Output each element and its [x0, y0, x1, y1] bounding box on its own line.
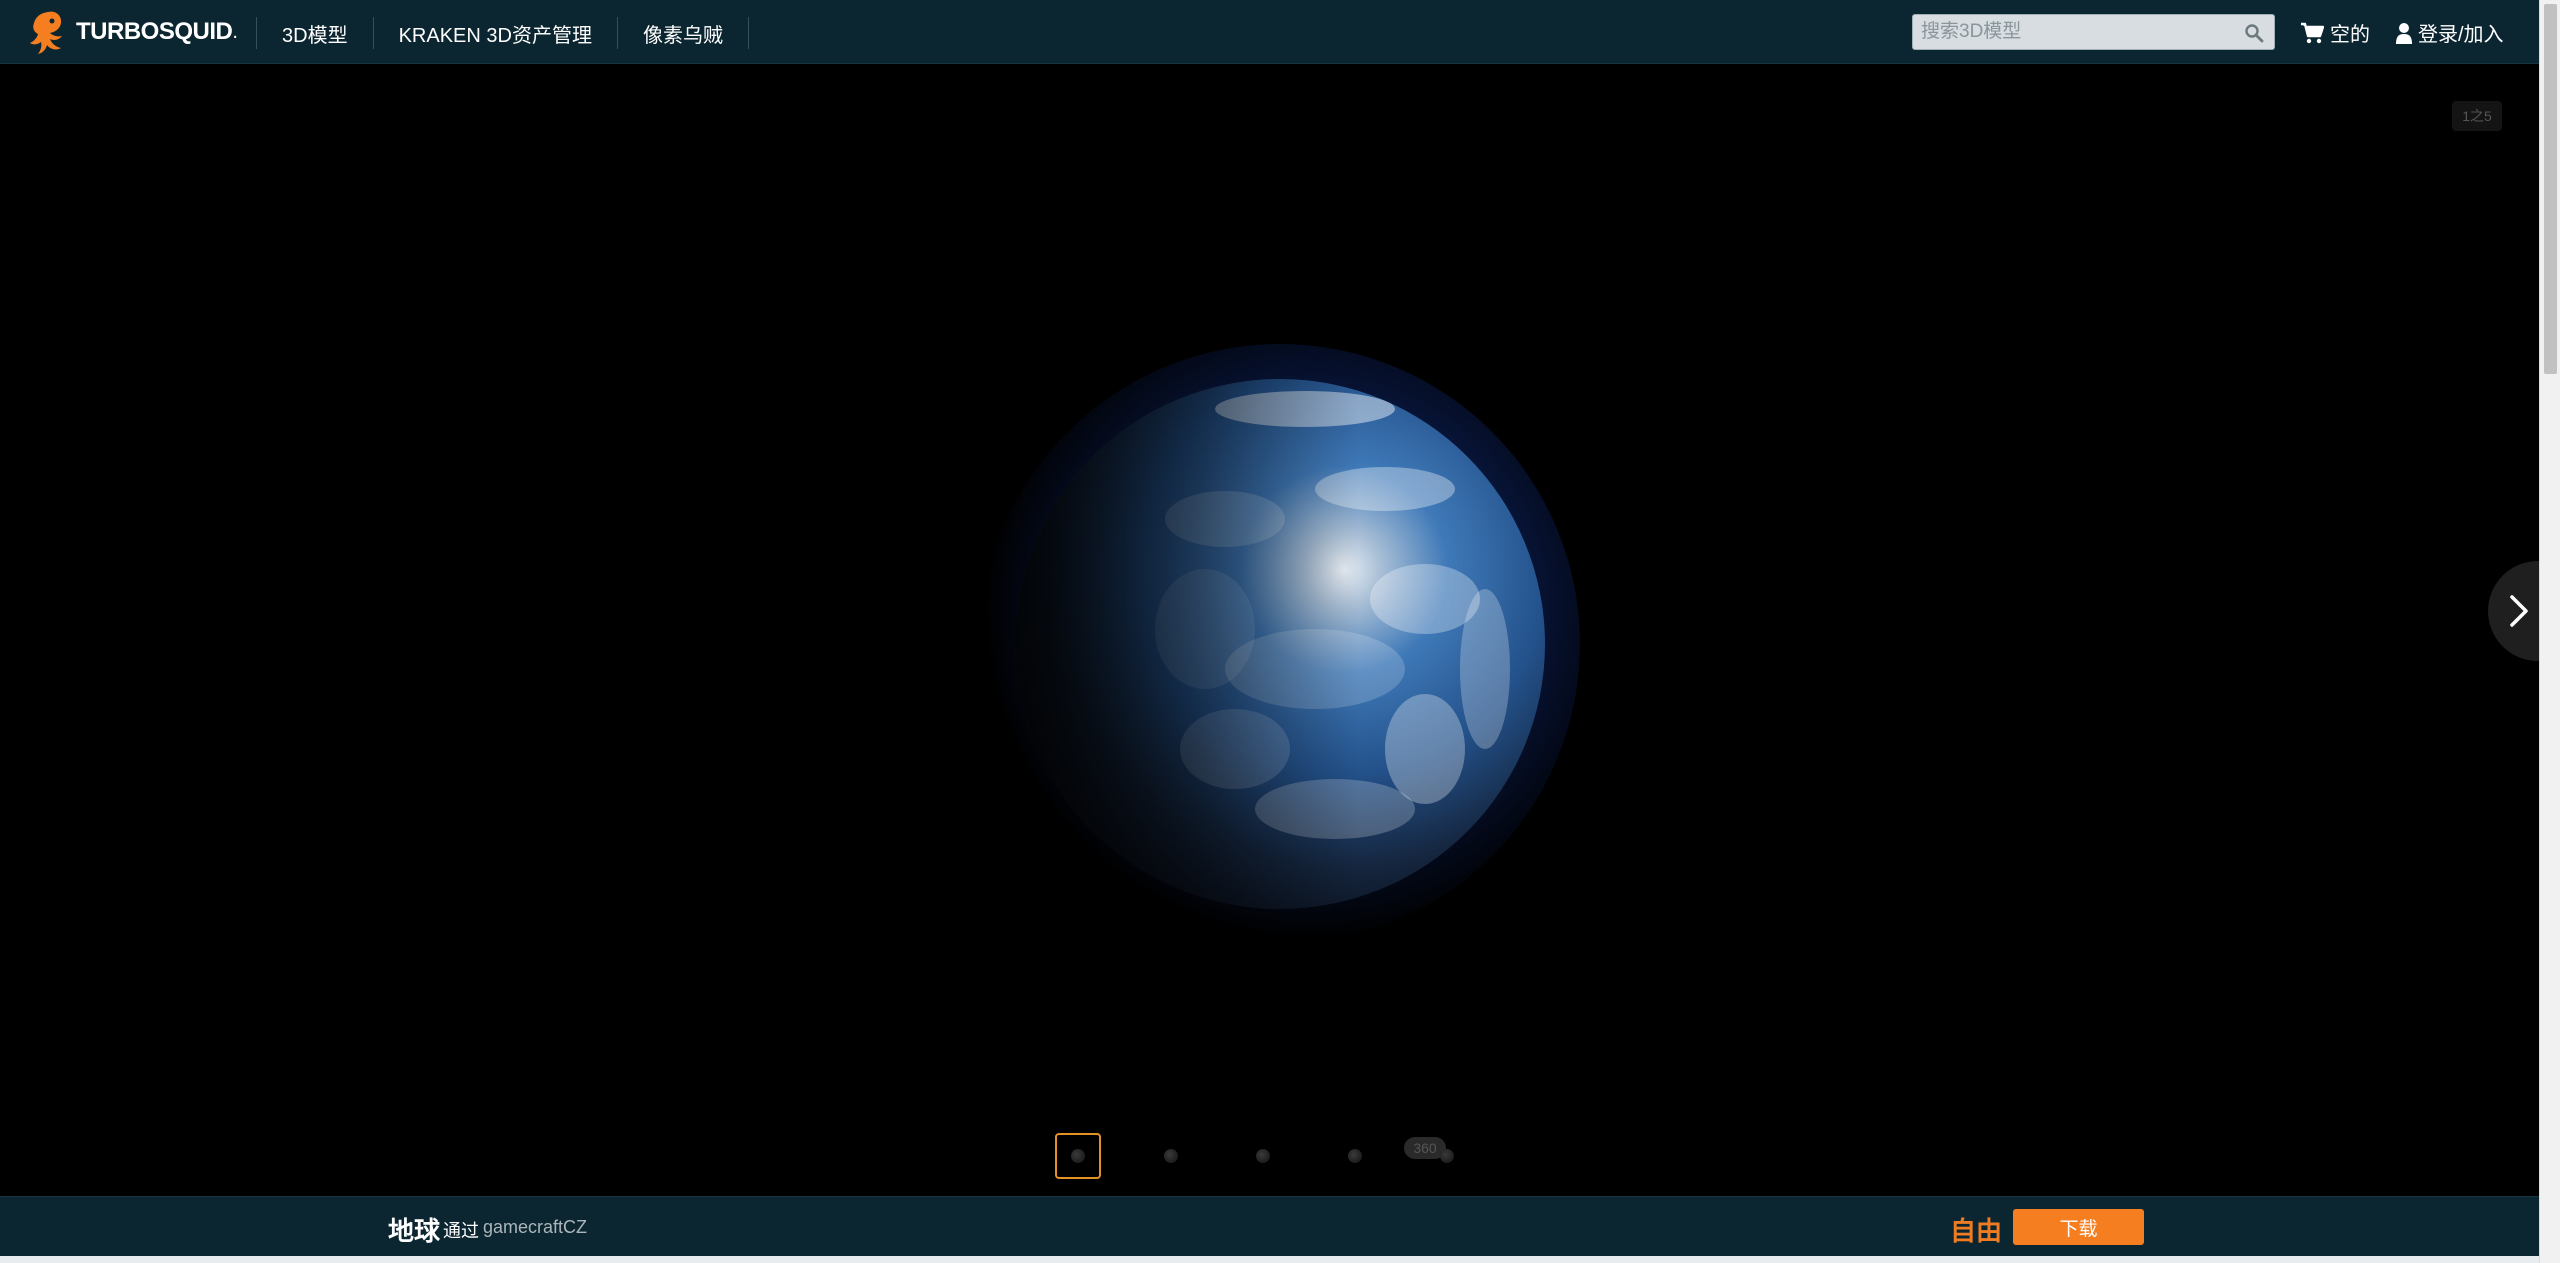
price-label: 自由	[1950, 1216, 2003, 1246]
earth-globe-image	[1015, 379, 1545, 909]
login-link[interactable]: 登录/加入	[2396, 18, 2504, 47]
thumbnail-image	[1071, 1149, 1085, 1163]
thumbnail-4[interactable]	[1332, 1133, 1378, 1179]
chevron-right-icon	[2510, 595, 2528, 627]
product-bar: 地球 通过 gamecraftCZ 自由 下载	[0, 1196, 2539, 1256]
image-counter: 1之5	[2452, 101, 2502, 131]
logo-wordmark: TURBOSQUID	[76, 18, 233, 45]
model-viewer[interactable]: 1之5 360	[0, 64, 2560, 1196]
scrollbar-thumb[interactable]	[2544, 4, 2557, 374]
user-icon	[2396, 22, 2412, 44]
thumbnail-image	[1348, 1149, 1362, 1163]
nav-item-kraken[interactable]: KRAKEN 3D资产管理	[374, 19, 617, 48]
thumbnail-2[interactable]	[1148, 1133, 1194, 1179]
page-bottom-edge	[0, 1256, 2539, 1263]
vertical-scrollbar[interactable]	[2539, 0, 2560, 1263]
thumbnail-image	[1256, 1149, 1270, 1163]
login-label: 登录/加入	[2418, 24, 2504, 46]
search-icon[interactable]	[2244, 23, 2264, 43]
thumbnail-image	[1164, 1149, 1178, 1163]
nav-item-3d-models[interactable]: 3D模型	[257, 19, 373, 48]
author-link[interactable]: gamecraftCZ	[483, 1217, 587, 1238]
search-box	[1912, 14, 2275, 50]
thumbnail-360[interactable]	[1424, 1133, 1470, 1179]
squid-logo-icon	[30, 11, 62, 54]
turbosquid-logo[interactable]: TURBOSQUID .	[28, 8, 238, 56]
cart-link[interactable]: 空的	[2300, 18, 2370, 47]
earth-model-render[interactable]	[980, 344, 1580, 944]
logo-dot: .	[232, 20, 238, 43]
top-navigation-bar: TURBOSQUID . 3D模型 KRAKEN 3D资产管理 像素乌贼 空的 …	[0, 0, 2539, 64]
cart-icon	[2301, 22, 2324, 43]
main-nav: 3D模型 KRAKEN 3D资产管理 像素乌贼	[256, 17, 749, 49]
thumbnail-1[interactable]	[1055, 1133, 1101, 1179]
thumbnail-image	[1440, 1149, 1454, 1163]
nav-item-pixelsquid[interactable]: 像素乌贼	[618, 19, 748, 48]
product-title: 地球	[388, 1216, 441, 1246]
search-input[interactable]	[1913, 15, 2233, 49]
download-button[interactable]: 下载	[2013, 1209, 2144, 1245]
thumbnail-3[interactable]	[1240, 1133, 1286, 1179]
cart-label: 空的	[2330, 24, 2370, 46]
nav-divider	[747, 17, 749, 49]
by-label: 通过	[443, 1221, 479, 1241]
